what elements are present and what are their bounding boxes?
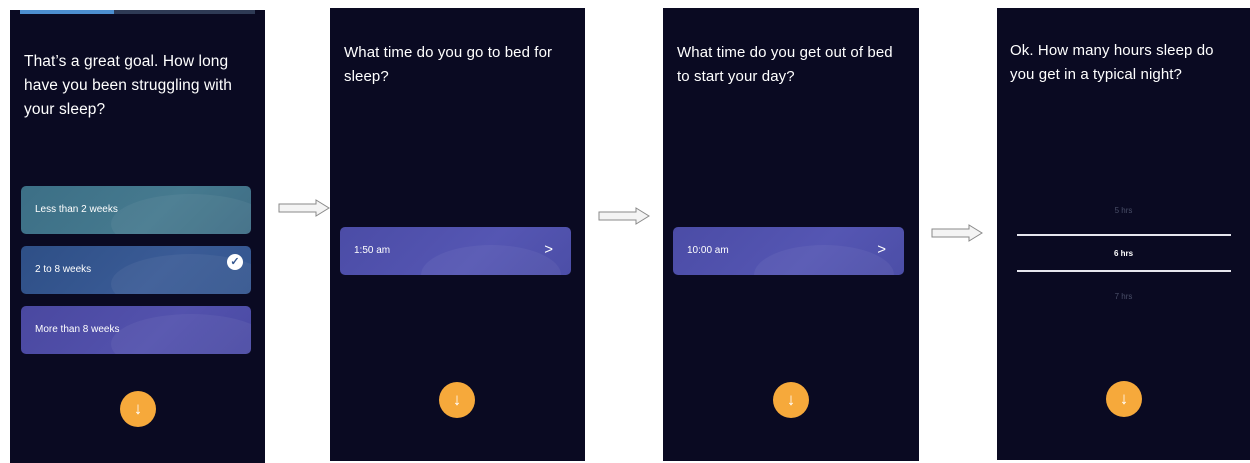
screen-sleep-hours: Ok. How many hours sleep do you get in a…: [997, 8, 1250, 460]
arrow-down-icon: ↓: [786, 390, 796, 409]
option-2-to-8-weeks[interactable]: 2 to 8 weeks ✓: [21, 246, 251, 294]
picker-option-next[interactable]: 7 hrs: [997, 292, 1250, 301]
wake-time-field[interactable]: 10:00 am >: [673, 227, 904, 275]
flow-arrow-icon: [278, 199, 330, 217]
option-more-than-8-weeks[interactable]: More than 8 weeks: [21, 306, 251, 354]
decorative-wave: [111, 314, 251, 354]
option-label: 2 to 8 weeks: [35, 264, 92, 275]
next-button[interactable]: ↓: [120, 391, 156, 427]
picker-divider-top: [1017, 234, 1231, 236]
option-label: Less than 2 weeks: [35, 204, 118, 215]
flow-arrow-icon: [598, 207, 650, 225]
screen-wake-time: What time do you get out of bed to start…: [663, 8, 919, 461]
progress-bar: [20, 10, 255, 14]
picker-divider-bottom: [1017, 270, 1231, 272]
decorative-wave: [111, 194, 251, 234]
option-less-than-2-weeks[interactable]: Less than 2 weeks: [21, 186, 251, 234]
next-button[interactable]: ↓: [439, 382, 475, 418]
bed-time-field[interactable]: 1:50 am >: [340, 227, 571, 275]
chevron-right-icon: >: [544, 241, 553, 258]
next-button[interactable]: ↓: [1106, 381, 1142, 417]
picker-option-selected[interactable]: 6 hrs: [997, 249, 1250, 258]
option-label: More than 8 weeks: [35, 324, 120, 335]
arrow-down-icon: ↓: [1119, 389, 1129, 408]
question-text: That’s a great goal. How long have you b…: [24, 53, 232, 118]
time-value: 10:00 am: [687, 245, 729, 256]
chevron-right-icon: >: [877, 241, 886, 258]
screen-sleep-duration: That’s a great goal. How long have you b…: [10, 10, 265, 463]
arrow-down-icon: ↓: [452, 390, 462, 409]
decorative-wave: [754, 245, 894, 275]
question-text: What time do you go to bed for sleep?: [344, 44, 553, 85]
screen-bed-time: What time do you go to bed for sleep? 1:…: [330, 8, 585, 461]
next-button[interactable]: ↓: [773, 382, 809, 418]
decorative-wave: [421, 245, 561, 275]
question-text: Ok. How many hours sleep do you get in a…: [1010, 42, 1214, 83]
flow-arrow-icon: [931, 224, 983, 242]
arrow-down-icon: ↓: [133, 399, 143, 418]
picker-option-prev[interactable]: 5 hrs: [997, 206, 1250, 215]
question-text: What time do you get out of bed to start…: [677, 44, 893, 85]
time-value: 1:50 am: [354, 245, 391, 256]
check-icon: ✓: [227, 254, 243, 270]
progress-fill: [20, 10, 114, 14]
